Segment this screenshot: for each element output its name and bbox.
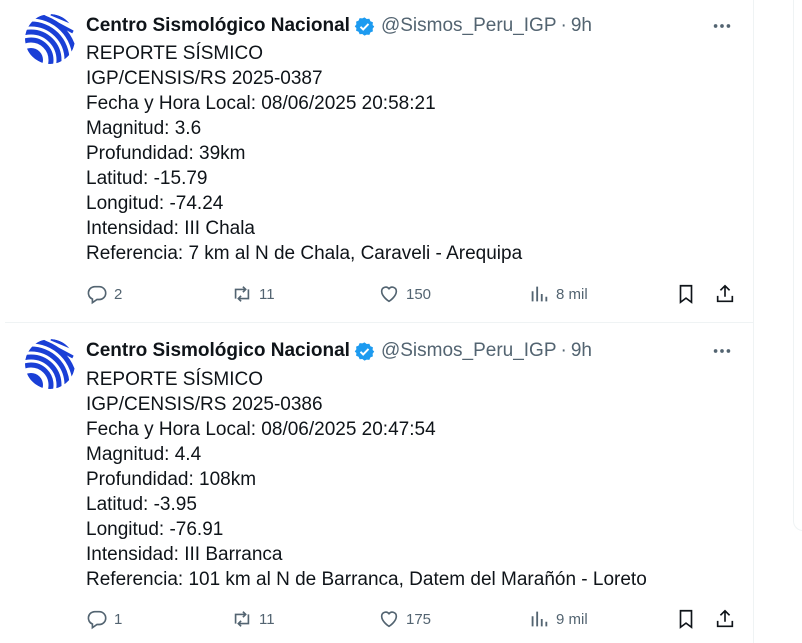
timestamp[interactable]: 9h	[571, 15, 592, 37]
igp-logo-icon	[25, 14, 75, 64]
views-icon	[531, 286, 548, 302]
more-icon[interactable]	[707, 14, 737, 38]
like-icon	[380, 611, 398, 628]
repost-count: 11	[259, 610, 275, 628]
tweet-line: Fecha y Hora Local: 08/06/2025 20:58:21	[86, 93, 436, 114]
views-button[interactable]: 9 mil	[528, 607, 588, 631]
tweet-line: Intensidad: III Barranca	[86, 544, 283, 565]
repost-button[interactable]: 11	[231, 282, 275, 306]
avatar[interactable]	[25, 14, 75, 64]
verified-badge-icon	[354, 16, 375, 36]
tweet-card[interactable]: Centro Sismológico Nacional @Sismos_Peru…	[5, 322, 753, 643]
tweet-line: Longitud: -76.91	[86, 519, 224, 540]
tweet-header: Centro Sismológico Nacional @Sismos_Peru…	[86, 14, 592, 38]
share-button[interactable]	[714, 282, 736, 306]
repost-icon	[234, 286, 250, 302]
tweet-actions: 1 11 175 9 mil	[86, 607, 741, 631]
author-handle[interactable]: @Sismos_Peru_IGP	[381, 340, 557, 362]
separator-dot: ·	[560, 15, 567, 36]
like-button[interactable]: 175	[378, 607, 431, 631]
tweet-actions: 2 11 150 8 mil	[86, 282, 741, 306]
like-button[interactable]: 150	[378, 282, 431, 306]
tweet-line: Intensidad: III Chala	[86, 218, 255, 239]
tweet-line: Magnitud: 4.4	[86, 444, 202, 465]
share-icon	[716, 284, 734, 303]
tweet-line: IGP/CENSIS/RS 2025-0386	[86, 394, 323, 415]
like-icon	[380, 286, 398, 303]
tweet-line: Magnitud: 3.6	[86, 118, 202, 139]
reply-button[interactable]: 2	[86, 282, 122, 306]
bookmark-icon	[679, 284, 693, 304]
separator-dot: ·	[560, 340, 567, 361]
bookmark-icon	[679, 609, 693, 629]
views-count: 8 mil	[556, 285, 588, 303]
tweet-line: Fecha y Hora Local: 08/06/2025 20:47:54	[86, 419, 436, 440]
reply-count: 2	[114, 285, 123, 303]
views-button[interactable]: 8 mil	[528, 282, 588, 306]
reply-button[interactable]: 1	[86, 607, 122, 631]
more-icon[interactable]	[707, 339, 737, 363]
author-name[interactable]: Centro Sismológico Nacional	[86, 15, 350, 37]
tweet-line: Longitud: -74.24	[86, 193, 224, 214]
share-icon	[716, 609, 734, 628]
tweet-header: Centro Sismológico Nacional @Sismos_Peru…	[86, 339, 592, 363]
author-name[interactable]: Centro Sismológico Nacional	[86, 340, 350, 362]
tweet-line: Latitud: -3.95	[86, 494, 197, 515]
avatar[interactable]	[25, 339, 75, 389]
tweet-line: Referencia: 101 km al N de Barranca, Dat…	[86, 569, 647, 590]
reply-icon	[87, 285, 107, 305]
tweet-text: REPORTE SÍSMICO IGP/CENSIS/RS 2025-0387 …	[86, 41, 736, 266]
igp-logo-icon	[25, 339, 75, 389]
views-count: 9 mil	[556, 610, 588, 628]
repost-icon	[234, 611, 250, 627]
timestamp[interactable]: 9h	[571, 340, 592, 362]
tweet-text: REPORTE SÍSMICO IGP/CENSIS/RS 2025-0386 …	[86, 367, 736, 592]
tweet-line: Profundidad: 108km	[86, 469, 257, 490]
tweet-line: REPORTE SÍSMICO	[86, 369, 264, 390]
repost-count: 11	[259, 285, 275, 303]
right-panel-edge	[793, 0, 802, 531]
tweet-card[interactable]: Centro Sismológico Nacional @Sismos_Peru…	[5, 0, 753, 322]
tweet-line: IGP/CENSIS/RS 2025-0387	[86, 68, 323, 89]
author-handle[interactable]: @Sismos_Peru_IGP	[381, 15, 557, 37]
tweet-line: Profundidad: 39km	[86, 143, 246, 164]
bookmark-button[interactable]	[675, 607, 697, 631]
timeline-feed: Centro Sismológico Nacional @Sismos_Peru…	[5, 0, 754, 643]
like-count: 175	[406, 610, 432, 628]
views-icon	[531, 611, 548, 627]
repost-button[interactable]: 11	[231, 607, 275, 631]
bookmark-button[interactable]	[675, 282, 697, 306]
like-count: 150	[406, 285, 432, 303]
tweet-line: Referencia: 7 km al N de Chala, Caraveli…	[86, 243, 523, 264]
tweet-line: REPORTE SÍSMICO	[86, 43, 264, 64]
reply-count: 1	[114, 610, 123, 628]
tweet-line: Latitud: -15.79	[86, 168, 208, 189]
share-button[interactable]	[714, 607, 736, 631]
reply-icon	[87, 610, 107, 630]
verified-badge-icon	[354, 341, 375, 361]
